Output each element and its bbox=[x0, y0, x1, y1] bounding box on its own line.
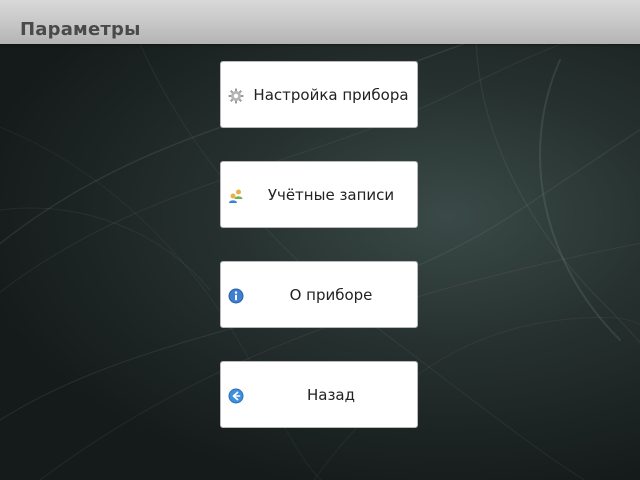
info-icon bbox=[228, 288, 244, 304]
gear-icon bbox=[228, 88, 244, 104]
device-settings-label: Настройка прибора bbox=[253, 86, 409, 104]
users-icon bbox=[228, 188, 244, 204]
device-settings-button[interactable]: Настройка прибора bbox=[220, 61, 418, 128]
back-arrow-icon bbox=[228, 388, 244, 404]
page-title: Параметры bbox=[20, 19, 141, 40]
about-device-button[interactable]: О приборе bbox=[220, 261, 418, 328]
back-button[interactable]: Назад bbox=[220, 361, 418, 428]
accounts-label: Учётные записи bbox=[267, 186, 395, 204]
title-bar: Параметры bbox=[0, 0, 640, 44]
accounts-button[interactable]: Учётные записи bbox=[220, 161, 418, 228]
back-label: Назад bbox=[306, 386, 355, 404]
about-device-label: О приборе bbox=[289, 286, 373, 304]
